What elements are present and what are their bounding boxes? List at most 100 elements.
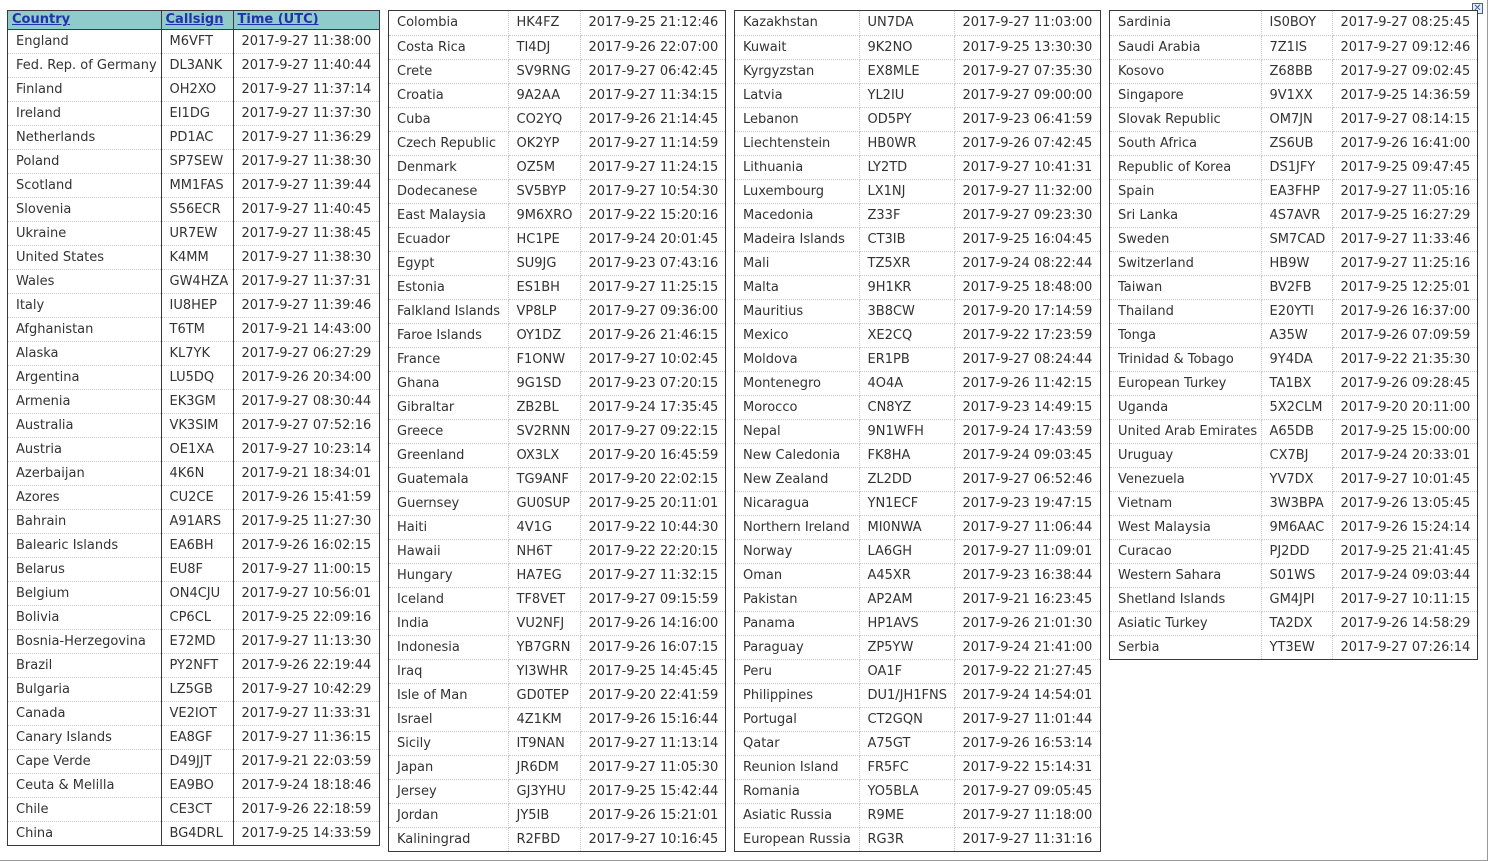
table-row: Lebanon OD5PY 2017-9-23 06:41:59 [735, 107, 1100, 132]
table-row: Malta 9H1KR 2017-9-25 18:48:00 [735, 275, 1100, 300]
country-cell: Republic of Korea [1110, 155, 1262, 180]
time-cell: 2017-9-27 11:37:30 [233, 101, 379, 126]
callsign-cell: MM1FAS [161, 173, 234, 198]
time-cell: 2017-9-27 11:18:00 [954, 803, 1100, 828]
table-row: Ireland EI1DG 2017-9-27 11:37:30 [8, 101, 379, 126]
callsign-cell: KL7YK [161, 341, 234, 366]
callsign-cell: R2FBD [508, 827, 581, 851]
callsign-table-2: Colombia HK4FZ 2017-9-25 21:12:46 Costa Ric… [389, 11, 725, 851]
country-cell: Uganda [1110, 395, 1262, 420]
callsign-cell: IU8HEP [161, 293, 234, 318]
callsign-cell: YL2IU [859, 83, 955, 108]
table-row: Guatemala TG9ANF 2017-9-20 22:02:15 [389, 467, 725, 492]
country-cell: Argentina [8, 365, 162, 390]
country-cell: China [8, 821, 162, 845]
table-row: Madeira Islands CT3IB 2017-9-25 16:04:45 [735, 227, 1100, 252]
country-cell: Guernsey [389, 491, 509, 516]
time-cell: 2017-9-27 10:01:45 [1332, 467, 1477, 492]
country-cell: Paraguay [735, 635, 860, 660]
country-cell: Israel [389, 707, 509, 732]
callsign-cell: OX3LX [508, 443, 581, 468]
sort-country-link[interactable]: Country [12, 12, 70, 27]
callsign-cell: A35W [1261, 323, 1333, 348]
country-cell: Asiatic Russia [735, 803, 860, 828]
callsign-cell: A45XR [859, 563, 955, 588]
country-cell: Colombia [389, 11, 509, 36]
callsign-cell: CO2YQ [508, 107, 581, 132]
time-cell: 2017-9-25 14:45:45 [580, 659, 725, 684]
time-cell: 2017-9-27 10:11:15 [1332, 587, 1477, 612]
time-cell: 2017-9-21 14:43:00 [233, 317, 379, 342]
table-column-3: Kazakhstan UN7DA 2017-9-27 11:03:00 Kuwait 9… [734, 10, 1101, 852]
country-cell: Saudi Arabia [1110, 35, 1262, 60]
time-cell: 2017-9-26 09:28:45 [1332, 371, 1477, 396]
country-cell: Lithuania [735, 155, 860, 180]
country-cell: United States [8, 245, 162, 270]
callsign-cell: 9G1SD [508, 371, 581, 396]
table-row: Finland OH2XO 2017-9-27 11:37:14 [8, 77, 379, 102]
time-cell: 2017-9-25 20:11:01 [580, 491, 725, 516]
country-cell: Kosovo [1110, 59, 1262, 84]
country-cell: Greenland [389, 443, 509, 468]
country-cell: Reunion Island [735, 755, 860, 780]
table-row: Venezuela YV7DX 2017-9-27 10:01:45 [1110, 467, 1477, 492]
country-cell: Ceuta & Melilla [8, 773, 162, 798]
country-cell: Ireland [8, 101, 162, 126]
time-cell: 2017-9-27 11:03:00 [954, 11, 1100, 36]
callsign-cell: GD0TEP [508, 683, 581, 708]
time-cell: 2017-9-27 11:38:00 [233, 29, 379, 54]
time-cell: 2017-9-26 07:42:45 [954, 131, 1100, 156]
table-row: Liechtenstein HB0WR 2017-9-26 07:42:45 [735, 131, 1100, 156]
callsign-cell: 9A2AA [508, 83, 581, 108]
time-cell: 2017-9-27 08:14:15 [1332, 107, 1477, 132]
sort-time-link[interactable]: Time (UTC) [238, 12, 319, 27]
sort-callsign-link[interactable]: Callsign [166, 12, 224, 27]
country-cell: Asiatic Turkey [1110, 611, 1262, 636]
time-cell: 2017-9-20 22:02:15 [580, 467, 725, 492]
time-cell: 2017-9-26 11:42:15 [954, 371, 1100, 396]
table-row: Paraguay ZP5YW 2017-9-24 21:41:00 [735, 635, 1100, 660]
callsign-cell: GJ3YHU [508, 779, 581, 804]
callsign-cell: HB9W [1261, 251, 1333, 276]
table-row: United Arab Emirates A65DB 2017-9-25 15:00… [1110, 419, 1477, 444]
callsign-cell: CP6CL [161, 605, 234, 630]
table-row: Sardinia IS0BOY 2017-9-27 08:25:45 [1110, 11, 1477, 36]
callsign-cell: IT9NAN [508, 731, 581, 756]
table-row: Philippines DU1/JH1FNS 2017-9-24 14:54:01 [735, 683, 1100, 708]
callsign-cell: NH6T [508, 539, 581, 564]
table-row: Slovenia S56ECR 2017-9-27 11:40:45 [8, 197, 379, 222]
country-cell: Fed. Rep. of Germany [8, 53, 162, 78]
country-cell: Sicily [389, 731, 509, 756]
time-cell: 2017-9-27 10:16:45 [588, 831, 719, 847]
callsign-cell: SP7SEW [161, 149, 234, 174]
time-cell: 2017-9-21 18:34:01 [233, 461, 379, 486]
callsign-cell: RG3R [859, 827, 955, 851]
table-body-3: Kazakhstan UN7DA 2017-9-27 11:03:00 Kuwait 9… [735, 11, 1100, 851]
callsign-table-3: Kazakhstan UN7DA 2017-9-27 11:03:00 Kuwait 9… [735, 11, 1100, 851]
callsign-cell: CU2CE [161, 485, 234, 510]
table-row: Czech Republic OK2YP 2017-9-27 11:14:59 [389, 131, 725, 156]
table-row: East Malaysia 9M6XRO 2017-9-22 15:20:16 [389, 203, 725, 228]
country-cell: Belgium [8, 581, 162, 606]
country-cell: Oman [735, 563, 860, 588]
time-cell: 2017-9-27 11:36:15 [233, 725, 379, 750]
time-cell: 2017-9-24 09:03:45 [954, 443, 1100, 468]
country-cell: New Caledonia [735, 443, 860, 468]
callsign-cell: TZ5XR [859, 251, 955, 276]
country-cell: Slovak Republic [1110, 107, 1262, 132]
country-cell: Vietnam [1110, 491, 1262, 516]
callsign-cell: CE3CT [161, 797, 234, 822]
table-row: Vietnam 3W3BPA 2017-9-26 13:05:45 [1110, 491, 1477, 516]
table-row: Greenland OX3LX 2017-9-20 16:45:59 [389, 443, 725, 468]
time-cell: 2017-9-23 14:49:15 [954, 395, 1100, 420]
time-cell: 2017-9-26 20:34:00 [233, 365, 379, 390]
callsign-cell: TG9ANF [508, 467, 581, 492]
callsign-cell: YT3EW [1261, 635, 1333, 659]
table-row: Kosovo Z68BB 2017-9-27 09:02:45 [1110, 59, 1477, 84]
country-cell: European Russia [735, 827, 860, 851]
time-cell: 2017-9-26 16:41:00 [1332, 131, 1477, 156]
country-cell: Thailand [1110, 299, 1262, 324]
country-cell: Czech Republic [389, 131, 509, 156]
country-cell: Netherlands [8, 125, 162, 150]
country-cell: Chile [8, 797, 162, 822]
